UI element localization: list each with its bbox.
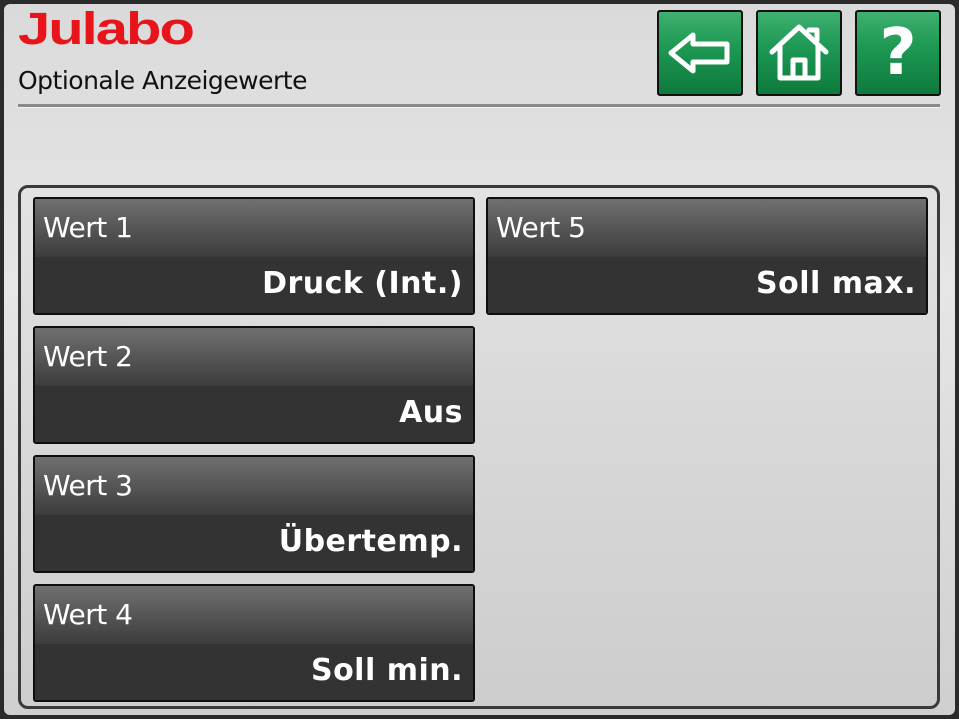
tile-value: Übertemp.	[278, 524, 463, 559]
page-title: Optionale Anzeigewerte	[18, 66, 307, 95]
tile-label: Wert 1	[43, 211, 133, 244]
tile-value: Druck (Int.)	[262, 266, 463, 301]
tile-wert-5[interactable]: Wert 5 Soll max.	[486, 197, 928, 315]
home-icon	[768, 22, 830, 84]
screen: Julabo Optionale Anzeigewerte ? Wert 1 D…	[4, 4, 955, 715]
tile-label: Wert 3	[43, 469, 133, 502]
tile-wert-3[interactable]: Wert 3 Übertemp.	[33, 455, 475, 573]
help-icon: ?	[879, 16, 917, 90]
brand-logo: Julabo	[18, 4, 195, 55]
tile-value: Soll max.	[756, 266, 916, 301]
tile-wert-4[interactable]: Wert 4 Soll min.	[33, 584, 475, 702]
home-button[interactable]	[756, 10, 842, 96]
tile-value: Aus	[399, 395, 463, 430]
tile-value: Soll min.	[310, 653, 463, 688]
help-button[interactable]: ?	[855, 10, 941, 96]
back-button[interactable]	[657, 10, 743, 96]
tile-wert-1[interactable]: Wert 1 Druck (Int.)	[33, 197, 475, 315]
values-panel: Wert 1 Druck (Int.) Wert 5 Soll max. Wer…	[18, 185, 940, 709]
header-divider	[18, 104, 940, 108]
back-arrow-icon	[667, 30, 733, 76]
tile-label: Wert 5	[496, 211, 586, 244]
tile-wert-2[interactable]: Wert 2 Aus	[33, 326, 475, 444]
tile-label: Wert 2	[43, 340, 133, 373]
tile-label: Wert 4	[43, 598, 133, 631]
